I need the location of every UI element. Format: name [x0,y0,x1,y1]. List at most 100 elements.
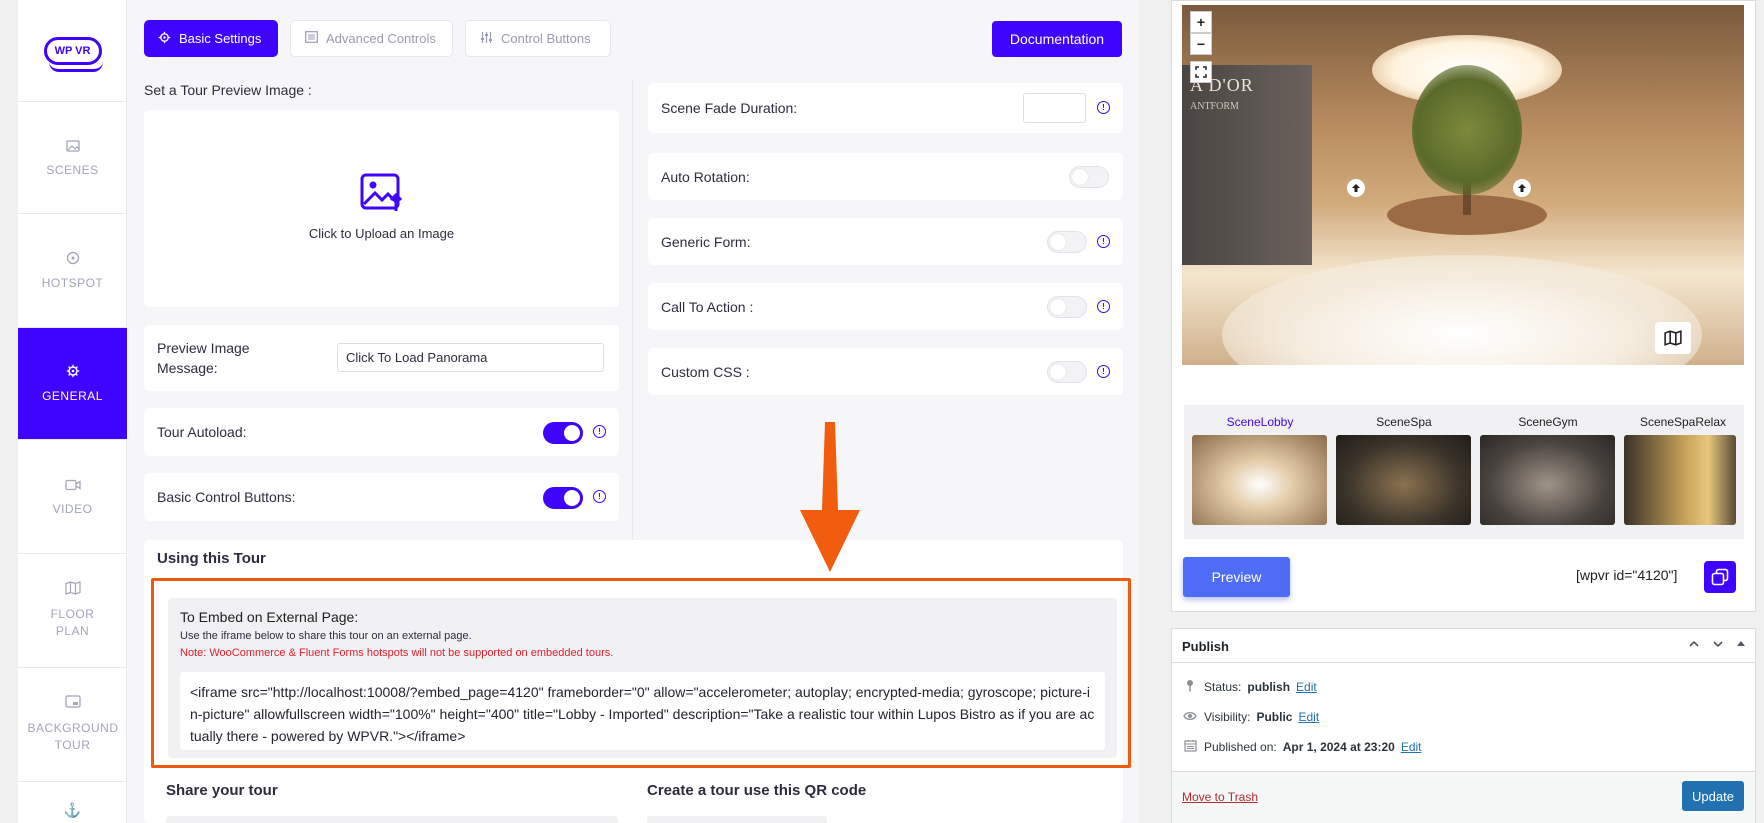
call-to-action-toggle[interactable] [1047,296,1087,318]
generic-form-row: Generic Form: ! [648,218,1123,265]
list-icon [305,31,318,46]
documentation-button[interactable]: Documentation [992,21,1122,57]
info-icon[interactable]: ! [1097,365,1110,378]
panorama-viewer[interactable]: A D'OR ANTFORM + − [1182,5,1744,365]
basic-control-buttons-row: Basic Control Buttons: ! [144,473,619,521]
sidebar-item-hotspot[interactable]: HOTSPOT [18,214,127,328]
sidebar-item-floor-plan[interactable]: FLOOR PLAN [18,554,127,668]
shortcode-text: [wpvr id="4120"] [1576,567,1678,583]
published-edit-link[interactable]: Edit [1401,740,1422,754]
tour-preview-box: A D'OR ANTFORM + − SceneLobby SceneSpa S… [1171,0,1756,612]
embed-code-field[interactable]: <iframe src="http://localhost:10008/?emb… [180,672,1105,750]
publish-status-row: Status: publish Edit [1182,679,1317,695]
sidebar-item-background-tour[interactable]: BACKGROUND TOUR [18,668,127,782]
info-icon[interactable]: ! [1097,235,1110,248]
pano-floor [1222,255,1702,365]
embed-section: To Embed on External Page: Use the ifram… [168,598,1117,758]
auto-rotation-row: Auto Rotation: [648,153,1123,200]
scene-thumb-spa-relax[interactable]: SceneSpaRelax [1624,415,1742,525]
logo-swoosh [48,62,103,72]
move-to-trash-link[interactable]: Move to Trash [1182,790,1258,804]
scene-thumb-spa[interactable]: SceneSpa [1336,415,1472,525]
generic-form-toggle[interactable] [1047,231,1087,253]
hotspot-arrow-icon[interactable] [1513,179,1531,197]
tab-label: Control Buttons [501,31,591,46]
info-icon[interactable]: ! [593,490,606,503]
using-tour-title: Using this Tour [157,550,266,567]
logo: WP VR [18,0,127,102]
publish-date-row: Published on: Apr 1, 2024 at 23:20 Edit [1182,739,1422,755]
eye-icon [1182,709,1198,724]
info-icon[interactable]: ! [1097,101,1110,114]
publish-header: Publish [1172,629,1755,663]
visibility-value: Public [1256,709,1293,724]
qr-code-title: Create a tour use this QR code [647,782,867,799]
visibility-edit-link[interactable]: Edit [1298,710,1319,724]
zoom-out-button[interactable]: − [1190,33,1212,55]
info-icon[interactable]: ! [593,425,606,438]
sidebar: WP VR SCENES HOTSPOT GENERAL VIDEO FLOOR… [18,0,127,823]
published-label: Published on: [1204,740,1277,754]
scene-thumb-gym[interactable]: SceneGym [1480,415,1616,525]
sidebar-item-video[interactable]: VIDEO [18,440,127,554]
sidebar-item-general[interactable]: GENERAL [18,328,127,440]
calendar-icon [1182,739,1198,755]
fullscreen-icon[interactable] [1190,61,1212,83]
preview-message-input[interactable]: Click To Load Panorama [337,343,604,372]
tab-control-buttons[interactable]: Control Buttons [465,20,611,57]
preview-button[interactable]: Preview [1183,557,1290,597]
sliders-icon [480,31,493,47]
chevron-up-icon[interactable] [1688,638,1700,653]
tour-autoload-label: Tour Autoload: [157,424,247,440]
tour-autoload-toggle[interactable] [543,422,583,444]
scene-image [1624,435,1736,525]
tab-advanced-controls[interactable]: Advanced Controls [290,20,453,57]
scene-fade-label: Scene Fade Duration: [661,100,798,116]
scene-name: SceneSpaRelax [1639,415,1727,429]
tab-basic-settings[interactable]: Basic Settings [144,20,278,57]
column-divider [632,80,633,540]
gear-icon [66,364,80,381]
scene-thumb-lobby[interactable]: SceneLobby [1192,415,1328,525]
scene-gallery: SceneLobby SceneSpa SceneGym SceneSpaRel… [1184,405,1744,539]
scene-image [1192,435,1327,525]
status-edit-link[interactable]: Edit [1296,680,1317,694]
map-icon [64,581,81,598]
background-icon [64,695,81,712]
scene-name: SceneLobby [1226,415,1294,429]
copy-icon[interactable] [1704,561,1736,593]
custom-css-label: Custom CSS : [661,364,750,380]
call-to-action-row: Call To Action : ! [648,283,1123,330]
basic-control-buttons-label: Basic Control Buttons: [157,489,296,505]
zoom-in-button[interactable]: + [1190,11,1212,33]
chevron-down-icon[interactable] [1712,638,1724,653]
sidebar-item-label: HOTSPOT [41,276,104,290]
hotspot-arrow-icon[interactable] [1347,179,1365,197]
preview-message-value: Click To Load Panorama [346,350,488,365]
image-upload-area[interactable]: Click to Upload an Image [144,110,619,307]
sidebar-item-label: GENERAL [42,389,103,403]
sidebar-item-label: FLOOR PLAN [50,607,95,638]
info-icon[interactable]: ! [1097,300,1110,313]
pano-tree [1412,65,1522,195]
auto-rotation-toggle[interactable] [1069,166,1109,188]
sidebar-item-scenes[interactable]: SCENES [18,102,127,214]
update-button[interactable]: Update [1682,781,1744,811]
scene-fade-row: Scene Fade Duration: ! [648,83,1123,133]
image-icon [65,139,80,155]
custom-css-toggle[interactable] [1047,361,1087,383]
basic-control-buttons-toggle[interactable] [543,487,583,509]
preview-column: A D'OR ANTFORM + − SceneLobby SceneSpa S… [1171,0,1756,823]
target-icon [66,251,80,268]
publish-footer: Move to Trash Update [1172,771,1755,823]
scene-fade-input[interactable] [1023,93,1086,123]
auto-rotation-label: Auto Rotation: [661,169,750,185]
share-tour-box [166,816,618,823]
logo-mark: WP VR [43,36,103,72]
sidebar-item-more[interactable]: ⚓ [18,782,127,823]
upload-image-icon [360,173,404,218]
pin-icon [1182,679,1198,695]
floor-map-icon[interactable] [1655,322,1691,354]
collapse-triangle-icon[interactable] [1736,638,1746,653]
published-value: Apr 1, 2024 at 23:20 [1282,740,1395,754]
